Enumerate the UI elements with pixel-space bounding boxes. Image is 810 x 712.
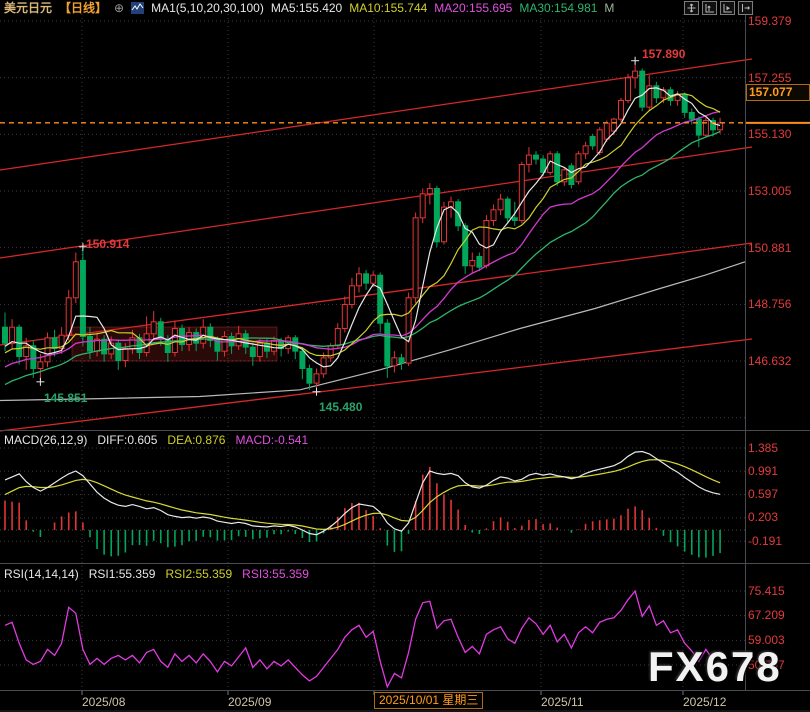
- pan-icon[interactable]: [684, 1, 699, 15]
- macd-diff-value: DIFF:0.605: [97, 433, 158, 447]
- main-chart-header: 美元日元 【日线】 ⊕ MA1(5,10,20,30,100) MA5:155.…: [4, 1, 614, 15]
- m-flag-label: M: [604, 0, 615, 15]
- axis-zoom-icon[interactable]: [702, 1, 717, 15]
- circle-plus-icon[interactable]: ⊕: [114, 1, 124, 15]
- macd-hist-value: MACD:-0.541: [235, 433, 309, 447]
- x-axis-label: 2025/09: [228, 695, 272, 709]
- fx678-watermark: FX678: [648, 643, 782, 690]
- ma30-value: MA30:154.981: [519, 0, 598, 15]
- macd-axis-label: 0.991: [748, 464, 779, 478]
- macd-axis-label: 1.385: [748, 441, 779, 455]
- highlighted-price-label: 157.077: [746, 84, 810, 101]
- timeframe-label[interactable]: 【日线】: [59, 1, 107, 15]
- chart-canvas[interactable]: [0, 0, 810, 712]
- macd-dea-value: DEA:0.876: [167, 433, 226, 447]
- price-annotation: 157.890: [642, 47, 686, 61]
- price-axis-label: 155.130: [748, 127, 792, 141]
- macd-header: MACD(26,12,9) DIFF:0.605 DEA:0.876 MACD:…: [4, 433, 308, 447]
- ma20-value: MA20:155.695: [434, 0, 513, 15]
- chart-toolbar: [684, 1, 753, 15]
- macd-axis-label: 0.597: [748, 487, 779, 501]
- symbol-name: 美元日元: [4, 0, 53, 15]
- rsi3-value: RSI3:55.359: [242, 567, 309, 581]
- price-axis-label: 157.255: [748, 71, 792, 85]
- rsi-axis-label: 67.209: [748, 608, 785, 622]
- rsi-name[interactable]: RSI(14,14,14): [4, 567, 79, 581]
- x-axis-label: 2025/12: [683, 695, 727, 709]
- x-axis-label: 2025/08: [82, 695, 126, 709]
- x-axis-label: 2025/11: [541, 695, 584, 709]
- price-axis-label: 148.756: [748, 297, 792, 311]
- trading-chart-window: 美元日元 【日线】 ⊕ MA1(5,10,20,30,100) MA5:155.…: [0, 0, 810, 712]
- price-annotation: 145.480: [319, 400, 363, 414]
- x-axis-label: 2025/10/01 星期三: [374, 692, 484, 709]
- price-axis-label: 159.379: [748, 14, 792, 28]
- price-annotation: 145.851: [44, 391, 88, 405]
- macd-axis-label: -0.191: [748, 534, 783, 548]
- macd-axis-label: 0.203: [748, 510, 779, 524]
- price-axis-label: 150.881: [748, 241, 792, 255]
- chart-type-icon[interactable]: [131, 2, 145, 14]
- rsi1-value: RSI1:55.359: [88, 567, 156, 581]
- ma10-value: MA10:155.744: [349, 0, 428, 15]
- ma5-value: MA5:155.420: [270, 0, 343, 15]
- rsi-axis-label: 75.415: [748, 584, 785, 598]
- price-axis-label: 146.632: [748, 354, 792, 368]
- axis-play-icon[interactable]: [720, 1, 735, 15]
- pane-shift-icon[interactable]: [738, 1, 753, 15]
- price-annotation: 150.914: [86, 237, 130, 251]
- rsi2-value: RSI2:55.359: [165, 567, 233, 581]
- price-axis-label: 153.005: [748, 184, 792, 198]
- ma-settings-label: MA1(5,10,20,30,100): [151, 0, 264, 15]
- rsi-header: RSI(14,14,14) RSI1:55.359 RSI2:55.359 RS…: [4, 567, 309, 581]
- macd-name[interactable]: MACD(26,12,9): [4, 433, 87, 447]
